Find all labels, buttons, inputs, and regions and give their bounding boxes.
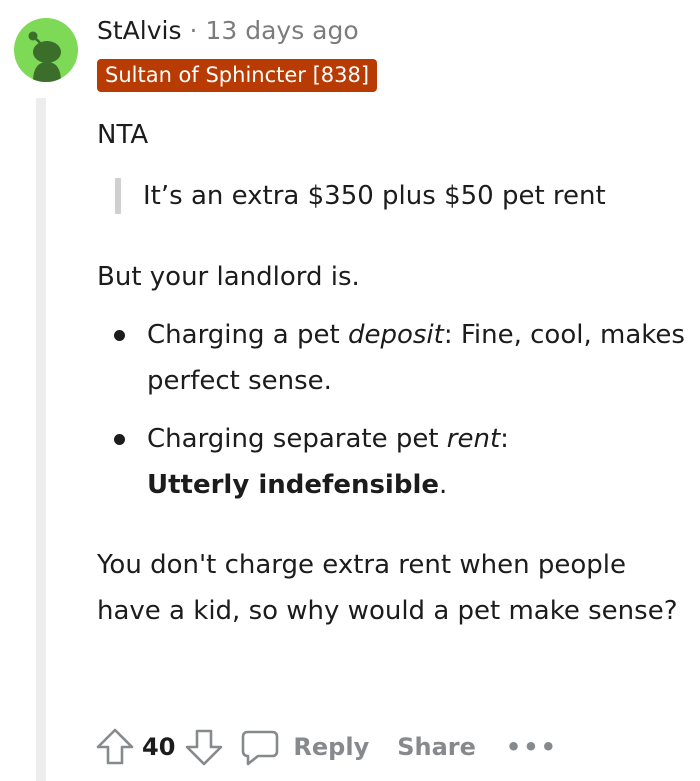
list-item-text: Charging separate pet [147,424,447,454]
comment-paragraph: But your landlord is. [97,262,360,292]
quote-text: It’s an extra $350 plus $50 pet rent [143,181,606,211]
downvote-icon [186,729,223,766]
emphasis-text: deposit [347,320,444,350]
comment-body: NTA It’s an extra $350 plus $50 pet rent… [97,112,687,634]
comment-paragraph: NTA [97,120,149,150]
more-options-button[interactable]: ••• [506,733,558,761]
header-separator: · [189,15,198,45]
avatar[interactable] [14,18,78,82]
reply-label: Reply [293,733,370,761]
reply-button[interactable]: Reply [239,726,369,768]
comment-paragraph: You don't charge extra rent when people … [97,550,678,626]
list-item: Charging separate pet rent: Utterly inde… [97,416,687,508]
username[interactable]: StAlvis [97,16,182,45]
bullet-list: Charging a pet deposit: Fine, cool, make… [97,312,687,508]
timestamp[interactable]: 13 days ago [205,16,358,45]
comment-bubble-icon [242,730,279,766]
upvote-button[interactable] [94,726,136,768]
emphasis-text: rent [446,424,501,454]
bullet-dot [114,330,125,341]
comment-header: StAlvis · 13 days ago [97,12,359,48]
comment-actions: 40 Reply Share ••• [94,724,558,770]
upvote-icon [96,728,134,765]
comment: StAlvis · 13 days ago Sultan of Sphincte… [0,0,700,781]
list-item: Charging a pet deposit: Fine, cool, make… [97,312,687,404]
downvote-button[interactable] [183,726,225,768]
quote-bar [115,178,121,214]
list-item-text: : [500,424,509,454]
vote-count: 40 [142,733,176,761]
thread-line[interactable] [36,98,46,781]
blockquote: It’s an extra $350 plus $50 pet rent [97,173,687,219]
snoo-avatar-icon [28,31,61,82]
list-item-text: Charging a pet [147,320,348,350]
bold-text: Utterly indefensible [147,470,440,500]
list-item-text: . [439,470,448,500]
user-flair-badge: Sultan of Sphincter [838] [97,59,378,92]
bullet-dot [114,434,125,445]
share-button[interactable]: Share [397,733,476,761]
